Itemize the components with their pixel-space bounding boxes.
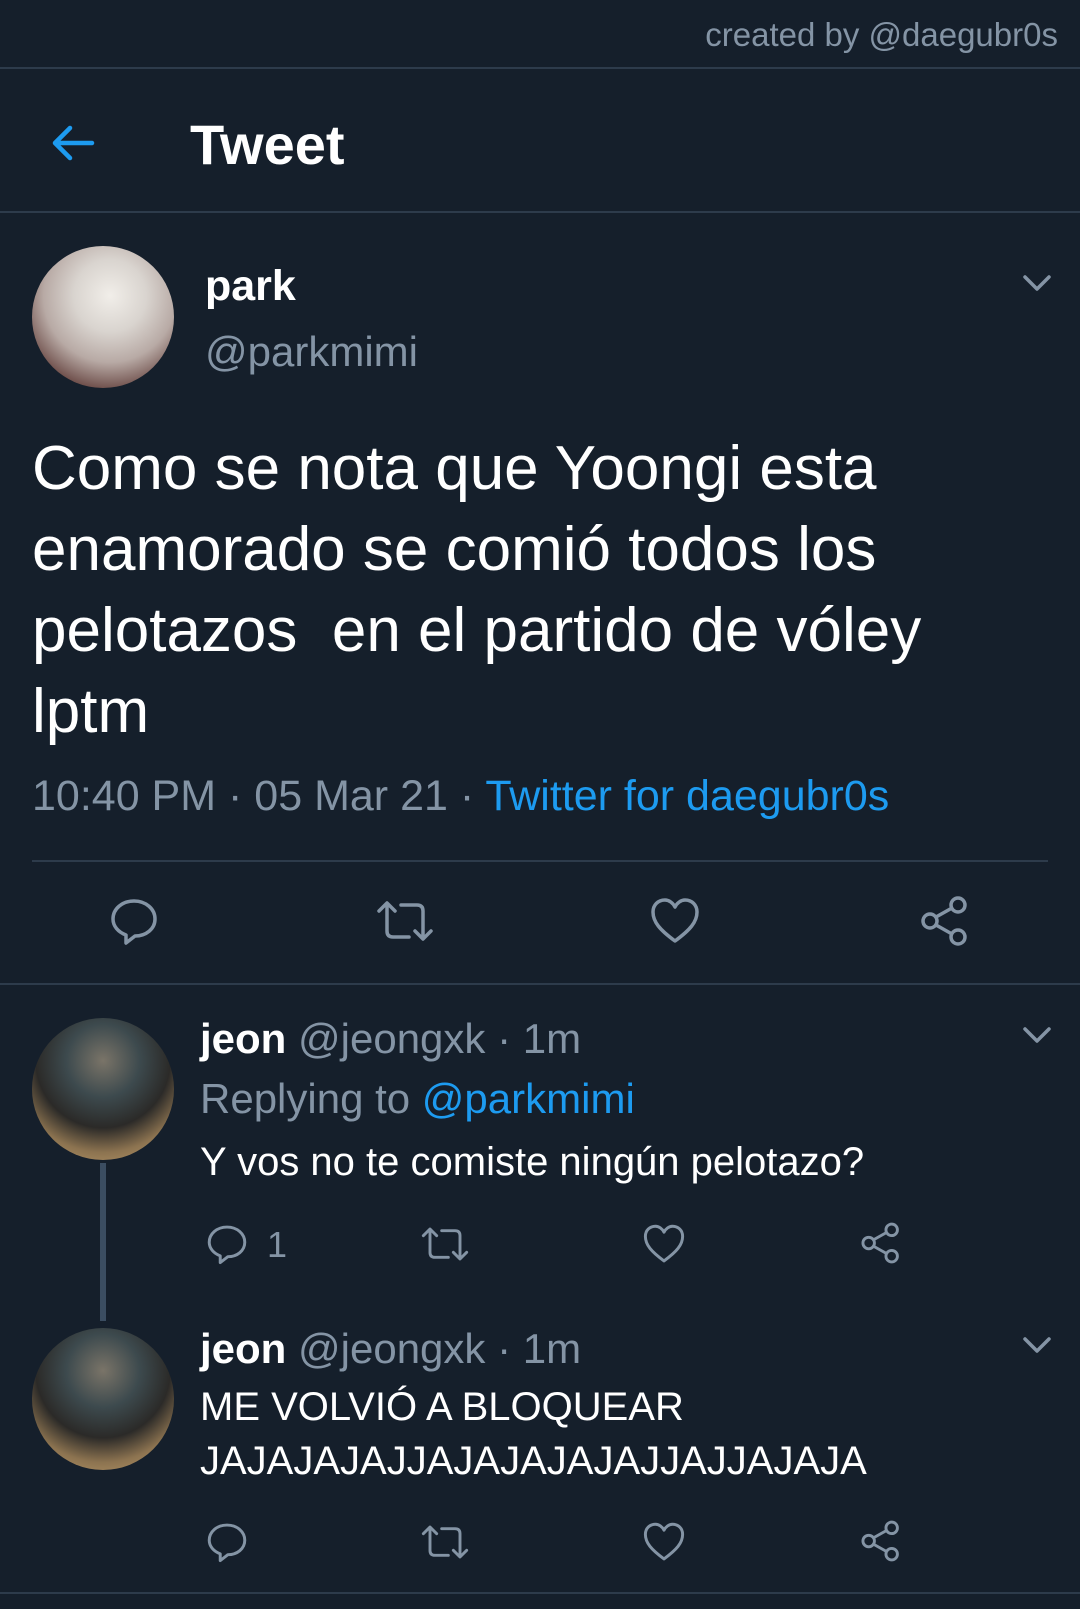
replying-to-link[interactable]: @parkmimi xyxy=(422,1075,635,1122)
page-title: Tweet xyxy=(190,113,345,176)
share-icon[interactable] xyxy=(858,1518,904,1569)
replying-prefix: Replying to xyxy=(200,1075,411,1122)
avatar[interactable] xyxy=(32,1018,174,1160)
divider xyxy=(0,983,1080,985)
tweet-text: Como se nota que Yoongi esta enamorado s… xyxy=(32,428,1032,752)
reply-author-handle[interactable]: @jeongxk xyxy=(298,1325,485,1372)
reply-icon[interactable] xyxy=(205,1520,249,1569)
heart-icon[interactable] xyxy=(641,1520,687,1569)
heart-icon[interactable] xyxy=(641,1222,687,1271)
chevron-down-icon[interactable] xyxy=(1020,266,1054,300)
author-handle[interactable]: @parkmimi xyxy=(205,328,418,376)
tweet-detail-screen: created by @daegubr0s Tweet park @parkmi… xyxy=(0,0,1080,1609)
divider xyxy=(0,211,1080,213)
replying-to-label: Replying to @parkmimi xyxy=(200,1075,635,1123)
tweet-source-link[interactable]: Twitter for daegubr0s xyxy=(485,772,889,820)
reply-text-line: JAJAJAJAJJAJAJAJAJAJJAJJAJAJA xyxy=(200,1439,867,1483)
thread-connector-line xyxy=(100,1163,106,1321)
reply-icon[interactable] xyxy=(108,895,160,952)
divider xyxy=(32,860,1048,862)
tweet-text-line: enamorado se comió todos los xyxy=(32,515,877,584)
heart-icon[interactable] xyxy=(648,895,702,952)
reply-author-name[interactable]: jeon xyxy=(200,1325,286,1372)
retweet-icon[interactable] xyxy=(420,1222,470,1271)
chevron-down-icon[interactable] xyxy=(1020,1328,1054,1362)
reply-icon[interactable] xyxy=(205,1222,249,1271)
avatar[interactable] xyxy=(32,1328,174,1470)
reply-author-name[interactable]: jeon xyxy=(200,1015,286,1062)
tweet-meta: 10:40 PM · 05 Mar 21 · Twitter for daegu… xyxy=(32,772,889,821)
author-name[interactable]: park xyxy=(205,262,296,311)
reply-header: jeon @jeongxk · 1m xyxy=(200,1015,581,1063)
meta-separator: · xyxy=(228,772,243,820)
tweet-text-line: pelotazos en el partido de vóley xyxy=(32,596,922,665)
divider xyxy=(0,67,1080,69)
reply-text: Y vos no te comiste ningún pelotazo? xyxy=(200,1135,864,1189)
reply-count: 1 xyxy=(267,1224,288,1265)
chevron-down-icon[interactable] xyxy=(1020,1018,1054,1052)
reply-header: jeon @jeongxk · 1m xyxy=(200,1325,581,1373)
tweet-text-line: Como se nota que Yoongi esta xyxy=(32,434,877,503)
reply-author-handle[interactable]: @jeongxk xyxy=(298,1015,485,1062)
retweet-icon[interactable] xyxy=(420,1520,470,1569)
reply-text-line: Y vos no te comiste ningún pelotazo? xyxy=(200,1140,865,1184)
reply-age: · 1m xyxy=(497,1015,582,1062)
meta-separator: · xyxy=(459,772,475,820)
share-icon[interactable] xyxy=(917,893,973,954)
tweet-time: 10:40 PM xyxy=(32,772,217,820)
back-arrow-icon[interactable] xyxy=(48,118,98,168)
reply-text: ME VOLVIÓ A BLOQUEAR JAJAJAJAJJAJAJAJAJA… xyxy=(200,1380,867,1488)
reply-age: · 1m xyxy=(497,1325,582,1372)
credit-watermark: created by @daegubr0s xyxy=(705,16,1058,53)
avatar[interactable] xyxy=(32,246,174,388)
share-icon[interactable] xyxy=(858,1220,904,1271)
retweet-icon[interactable] xyxy=(375,895,435,952)
tweet-text-line: lptm xyxy=(32,677,150,746)
reply-text-line: ME VOLVIÓ A BLOQUEAR xyxy=(200,1385,684,1429)
tweet-date: 05 Mar 21 xyxy=(254,772,448,820)
divider xyxy=(0,1592,1080,1594)
